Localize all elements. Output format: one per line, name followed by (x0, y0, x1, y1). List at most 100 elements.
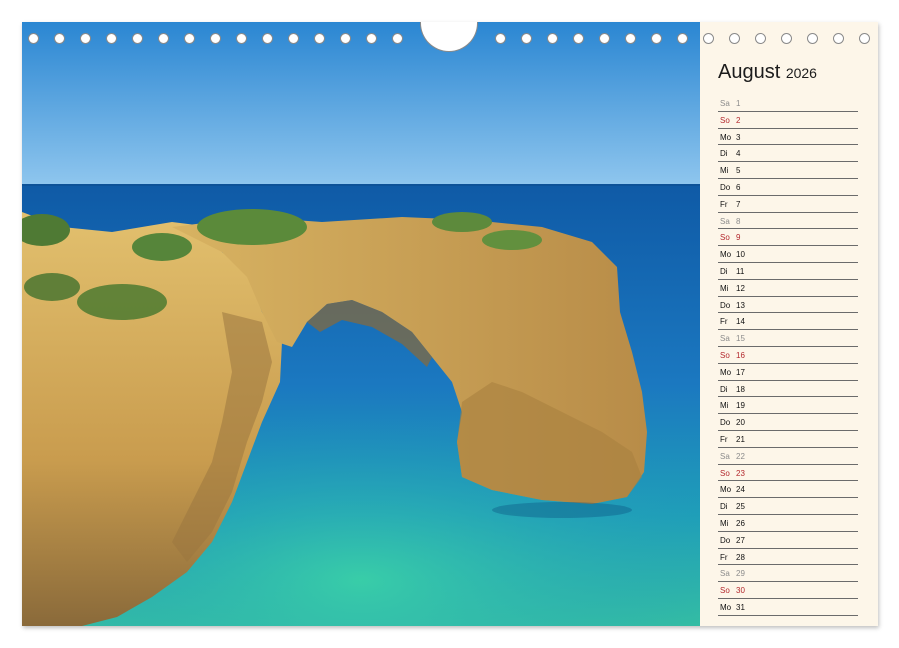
day-number: 10 (736, 250, 745, 260)
day-weekday: Di (720, 149, 728, 159)
binding-hole (781, 33, 792, 44)
binding-hole (158, 33, 169, 44)
day-weekday: Do (720, 418, 731, 428)
day-weekday: Sa (720, 216, 730, 226)
day-row: Di 11 (718, 263, 858, 280)
day-number: 14 (736, 317, 745, 327)
binding-hole (54, 33, 65, 44)
binding-hole (625, 33, 636, 44)
day-row: Di 25 (718, 498, 858, 515)
day-row: Mi 5 (718, 162, 858, 179)
binding-hole (599, 33, 610, 44)
binding-hole (236, 33, 247, 44)
day-number: 7 (736, 199, 741, 209)
day-number: 24 (736, 485, 745, 495)
day-weekday: Do (720, 182, 731, 192)
day-number: 27 (736, 535, 745, 545)
day-row: Fr 28 (718, 549, 858, 566)
binding-hole (210, 33, 221, 44)
binding-hole (729, 33, 740, 44)
day-row: Mo 24 (718, 481, 858, 499)
day-row: Mo 10 (718, 246, 858, 263)
binding-hole (495, 33, 506, 44)
binding-hole (807, 33, 818, 44)
day-number: 3 (736, 132, 741, 142)
sea-arch-photo (22, 22, 700, 626)
day-row: Mo 31 (718, 599, 858, 616)
day-weekday: So (720, 115, 730, 125)
day-weekday: Mi (720, 283, 729, 293)
day-row: Mi 12 (718, 280, 858, 297)
day-number: 20 (736, 418, 745, 428)
day-row: So 23 (718, 465, 858, 482)
day-row: Do 13 (718, 297, 858, 314)
day-row: Sa 22 (718, 448, 858, 465)
day-number: 29 (736, 569, 745, 579)
day-row: So 9 (718, 229, 858, 247)
day-row: So 2 (718, 112, 858, 129)
day-number: 30 (736, 586, 745, 596)
day-weekday: Fr (720, 434, 728, 444)
day-number: 6 (736, 182, 741, 192)
day-number: 23 (736, 468, 745, 478)
day-number: 25 (736, 502, 745, 512)
calendar-page: August 2026 Sa 1 So 2 Mo 3 Di 4 Mi 5 Do 6 Fr 7 Sa 8 So 9 M… (22, 22, 878, 626)
day-row: Mi 26 (718, 515, 858, 532)
day-number: 22 (736, 451, 745, 461)
day-weekday: Do (720, 300, 731, 310)
day-number: 31 (736, 602, 745, 612)
day-row: Mo 17 (718, 364, 858, 381)
day-number: 2 (736, 115, 741, 125)
day-number: 9 (736, 233, 741, 243)
day-weekday: So (720, 468, 730, 478)
day-number: 16 (736, 350, 745, 360)
day-row: So 30 (718, 582, 858, 599)
day-list: Sa 1 So 2 Mo 3 Di 4 Mi 5 Do 6 Fr 7 Sa 8 So 9 Mo 10 Di 11 Mi 12 D… (718, 95, 858, 616)
day-number: 12 (736, 283, 745, 293)
day-row: Sa 29 (718, 565, 858, 583)
day-number: 13 (736, 300, 745, 310)
day-row: Do 27 (718, 532, 858, 549)
day-weekday: So (720, 233, 730, 243)
day-number: 11 (736, 266, 745, 276)
day-number: 19 (736, 401, 745, 411)
day-number: 26 (736, 518, 745, 528)
day-weekday: Mo (720, 132, 732, 142)
day-weekday: So (720, 586, 730, 596)
day-weekday: Fr (720, 199, 728, 209)
day-number: 18 (736, 384, 745, 394)
day-number: 8 (736, 216, 741, 226)
binding-hole (314, 33, 325, 44)
day-row: Di 4 (718, 145, 858, 163)
day-number: 21 (736, 434, 745, 444)
day-weekday: Mi (720, 401, 729, 411)
day-row: So 16 (718, 347, 858, 364)
binding-hole (859, 33, 870, 44)
binding-hole (106, 33, 117, 44)
day-weekday: Mo (720, 602, 732, 612)
day-weekday: Fr (720, 552, 728, 562)
day-row: Do 20 (718, 414, 858, 431)
binding-hole (392, 33, 403, 44)
day-number: 28 (736, 552, 745, 562)
calendar-sidebar: August 2026 Sa 1 So 2 Mo 3 Di 4 Mi 5 Do 6 Fr 7 Sa 8 So 9 M… (700, 22, 878, 626)
binding-hole (80, 33, 91, 44)
day-number: 1 (736, 99, 741, 108)
day-row: Sa 8 (718, 213, 858, 230)
binding-hole (521, 33, 532, 44)
day-weekday: Fr (720, 317, 728, 327)
day-weekday: Sa (720, 334, 730, 344)
day-row: Di 18 (718, 381, 858, 398)
month-title: August 2026 (718, 61, 817, 84)
day-weekday: Di (720, 502, 728, 512)
day-number: 15 (736, 334, 745, 344)
day-row: Sa 1 (718, 95, 858, 112)
day-weekday: Mo (720, 367, 732, 377)
day-weekday: Sa (720, 99, 730, 108)
binding-hole (703, 33, 714, 44)
binding-hole (677, 33, 688, 44)
day-number: 5 (736, 166, 741, 176)
day-row: Fr 14 (718, 313, 858, 331)
day-weekday: Mi (720, 166, 729, 176)
day-number: 4 (736, 149, 741, 159)
